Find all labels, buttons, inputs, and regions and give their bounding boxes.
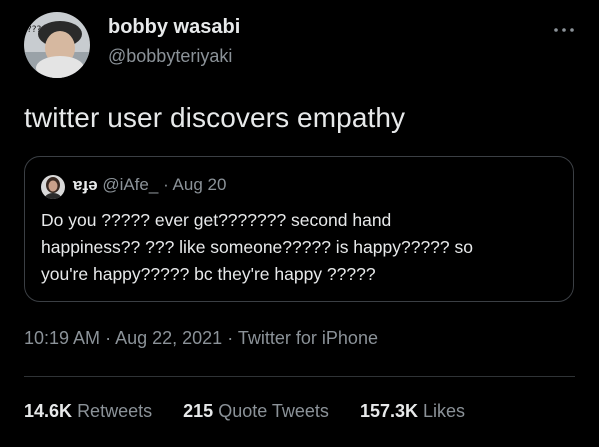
quote-text-line: happiness?? ??? like someone????? is hap…: [41, 237, 473, 257]
quote-tweets-label: Quote Tweets: [218, 401, 329, 421]
divider: [24, 376, 575, 377]
avatar[interactable]: ???: [24, 12, 90, 78]
quote-tweets-stat[interactable]: 215 Quote Tweets: [183, 401, 329, 421]
quote-date[interactable]: Aug 20: [173, 175, 227, 194]
meta-separator: ·: [227, 328, 234, 348]
likes-label: Likes: [423, 401, 466, 421]
meta-separator: ·: [105, 328, 112, 348]
tweet-text: twitter user discovers empathy: [24, 102, 406, 133]
quote-text-line: Do you ????? ever get??????? second hand: [41, 210, 392, 230]
quote-avatar[interactable]: [41, 175, 65, 199]
engagement-stats: 14.6K Retweets 215 Quote Tweets 157.3K L…: [24, 401, 491, 422]
retweets-count: 14.6K: [24, 401, 73, 421]
quote-header: ɐɟə @iAfe_ · Aug 20: [73, 175, 226, 195]
tweet-container: ??? bobby wasabi @bobbyteriyaki twitter …: [0, 0, 599, 447]
likes-stat[interactable]: 157.3K Likes: [360, 401, 465, 421]
quote-profile-photo-icon: [41, 175, 65, 199]
profile-photo-icon: ???: [24, 12, 90, 78]
quote-display-name[interactable]: ɐɟə: [73, 175, 98, 194]
display-name[interactable]: bobby wasabi: [108, 16, 240, 39]
quote-separator: ·: [163, 175, 169, 194]
quote-tweets-count: 215: [183, 401, 214, 421]
quoted-tweet[interactable]: ɐɟə @iAfe_ · Aug 20 Do you ????? ever ge…: [24, 156, 574, 302]
retweets-label: Retweets: [77, 401, 153, 421]
user-handle[interactable]: @bobbyteriyaki: [108, 46, 232, 67]
avatar-overlay-text: ???: [27, 25, 42, 35]
tweet-source[interactable]: Twitter for iPhone: [238, 328, 378, 348]
quote-handle[interactable]: @iAfe_: [102, 175, 158, 194]
tweet-date[interactable]: Aug 22, 2021: [115, 328, 222, 348]
retweets-stat[interactable]: 14.6K Retweets: [24, 401, 152, 421]
tweet-meta: 10:19 AM · Aug 22, 2021 · Twitter for iP…: [24, 328, 378, 349]
quote-text: Do you ????? ever get??????? second hand…: [41, 207, 561, 288]
quote-text-line: you're happy????? bc they're happy ?????: [41, 264, 376, 284]
more-horizontal-icon[interactable]: [552, 22, 576, 38]
tweet-time[interactable]: 10:19 AM: [24, 328, 100, 348]
likes-count: 157.3K: [359, 401, 418, 421]
